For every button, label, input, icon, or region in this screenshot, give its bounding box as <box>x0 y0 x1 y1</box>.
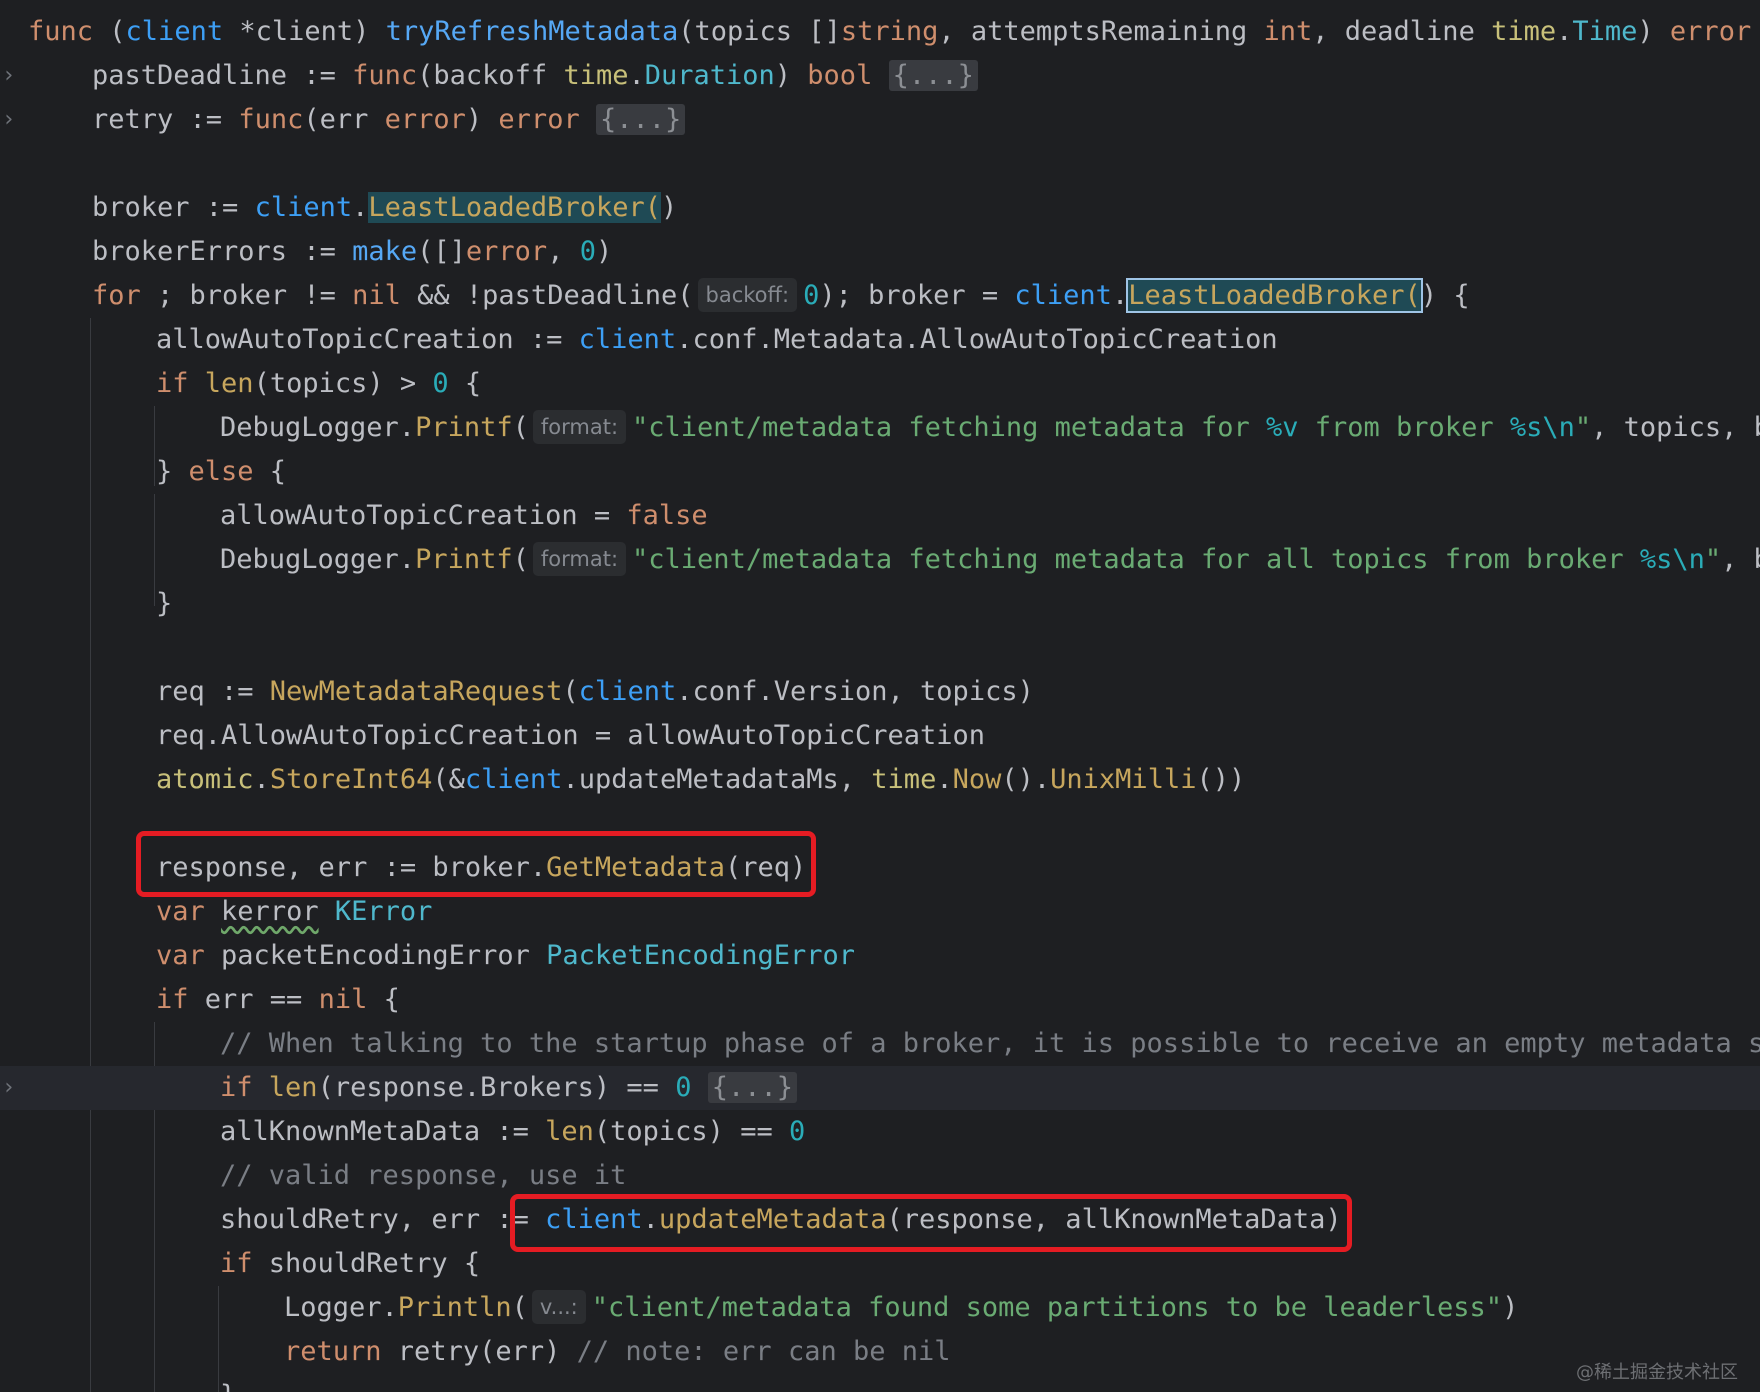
param-hint: format: <box>532 542 627 576</box>
annotation-box-update-metadata <box>510 1194 1352 1252</box>
folded-block[interactable]: {...} <box>595 104 686 135</box>
code-line: } <box>156 588 173 619</box>
code-line: req := NewMetadataRequest(client.conf.Ve… <box>156 676 1034 707</box>
code-line: req.AllowAutoTopicCreation = allowAutoTo… <box>156 720 986 751</box>
fold-chevron-icon[interactable]: › <box>2 1066 18 1110</box>
code-line: DebugLogger.Printf(format: "client/metada… <box>220 410 1760 444</box>
selected-symbol[interactable]: LeastLoadedBroker( <box>1126 278 1423 313</box>
code-line: atomic.StoreInt64(&client.updateMetadata… <box>156 764 1246 795</box>
folded-block[interactable]: {...} <box>888 60 978 91</box>
code-line: for ; broker != nil && !pastDeadline(bac… <box>92 278 1470 313</box>
code-line: } <box>0 1374 1760 1392</box>
code-line: var packetEncodingError PacketEncodingEr… <box>156 940 856 971</box>
code-line: › pastDeadline := func(backoff time.Dura… <box>0 54 1760 98</box>
param-hint: backoff: <box>697 278 798 312</box>
code-line: allowAutoTopicCreation = false <box>220 500 708 531</box>
code-line: if err == nil { <box>156 984 400 1015</box>
code-line: › retry := func(err error) error {...} <box>0 98 1760 142</box>
annotation-box-get-metadata <box>136 831 816 897</box>
code-line: broker := client.LeastLoadedBroker() <box>92 192 678 223</box>
code-line-current: › if len(response.Brokers) == 0 {...} <box>0 1066 1760 1110</box>
code-line: // valid response, use it <box>220 1160 627 1191</box>
param-hint: v...: <box>531 1290 586 1324</box>
watermark: @稀土掘金技术社区 <box>1576 1362 1738 1383</box>
code-line: func (client *client) tryRefreshMetadata… <box>28 16 1752 47</box>
code-line: brokerErrors := make([]error, 0) <box>92 236 613 267</box>
param-hint: format: <box>532 410 627 444</box>
fold-chevron-icon[interactable]: › <box>2 54 18 98</box>
code-line: } else { <box>156 456 287 487</box>
code-line: allowAutoTopicCreation := client.conf.Me… <box>156 324 1278 355</box>
folded-block[interactable]: {...} <box>707 1072 797 1103</box>
code-line: DebugLogger.Printf(format: "client/metada… <box>220 542 1760 576</box>
code-editor[interactable]: func (client *client) tryRefreshMetadata… <box>0 0 1760 1392</box>
code-line: // When talking to the startup phase of … <box>220 1028 1760 1059</box>
code-line: if len(topics) > 0 { <box>156 368 482 399</box>
code-line: Logger.Println(v...: "client/metadata fou… <box>284 1290 1519 1324</box>
fold-chevron-icon[interactable]: › <box>2 98 18 142</box>
code-line: allKnownMetaData := len(topics) == 0 <box>220 1116 806 1147</box>
code-line: return retry(err) // note: err can be ni… <box>284 1336 951 1367</box>
